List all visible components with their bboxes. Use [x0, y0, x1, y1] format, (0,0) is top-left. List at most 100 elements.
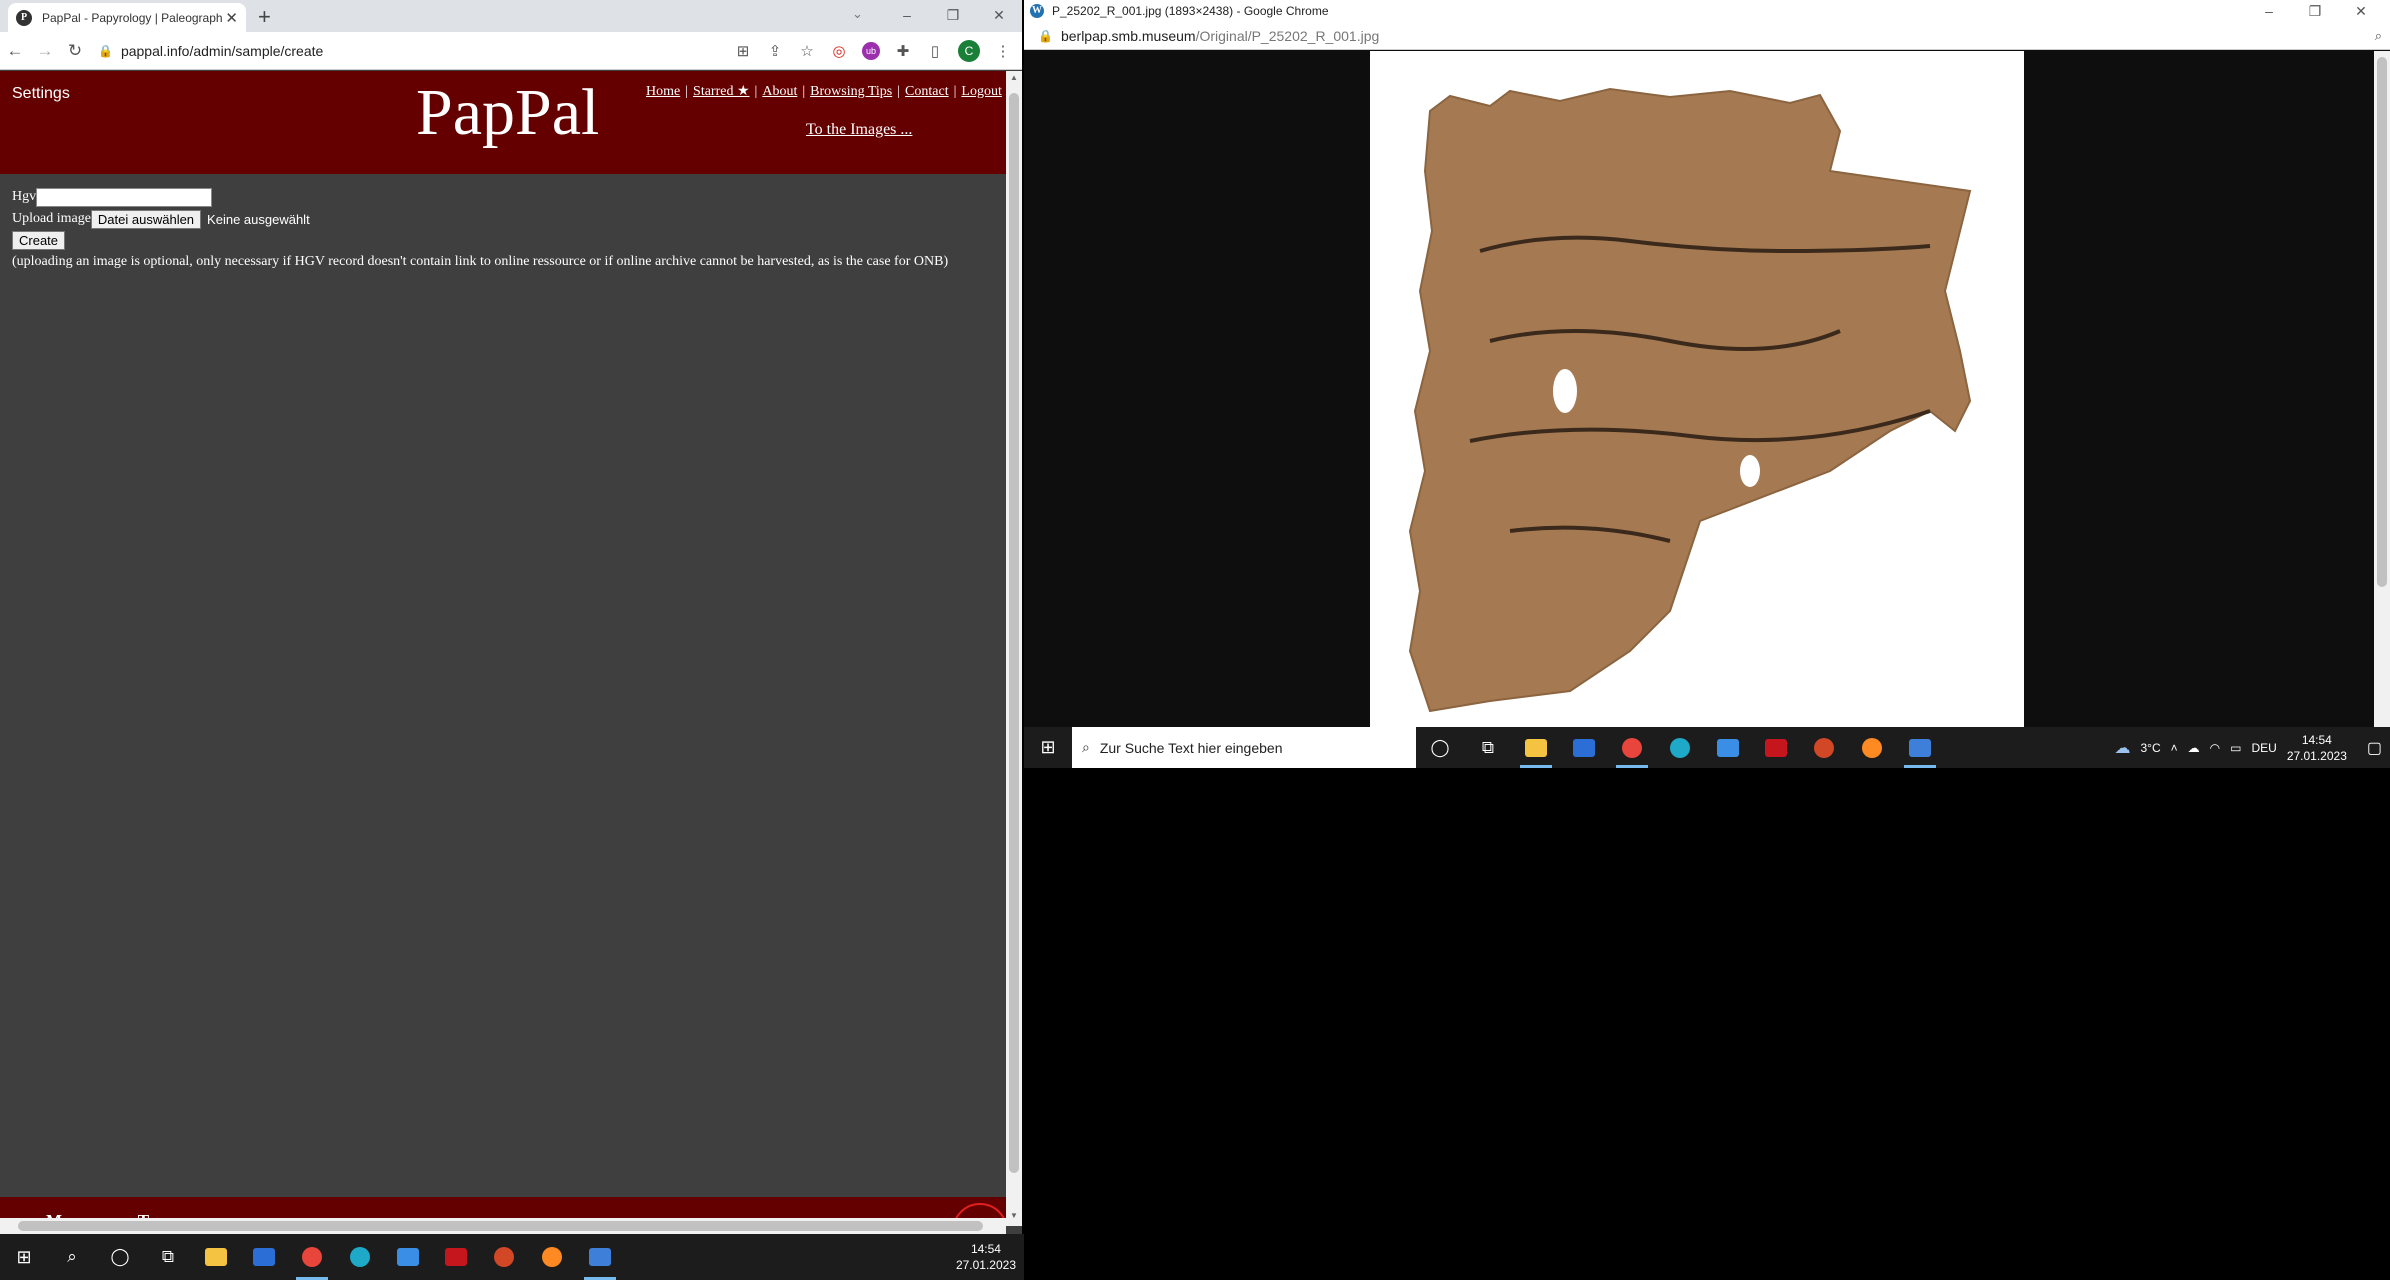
image-address-bar[interactable]: 🔒 berlpap.smb.museum/Original/P_25202_R_… [1024, 22, 2390, 50]
no-file-selected-text: Keine ausgewählt [207, 211, 310, 227]
windows-start-icon[interactable]: ⊞ [0, 1247, 48, 1268]
clock-time: 14:54 [970, 1242, 1001, 1256]
vertical-scroll-thumb[interactable] [1009, 93, 1019, 1173]
acrobat-icon[interactable] [1752, 727, 1800, 768]
chrome-icon[interactable] [288, 1234, 336, 1280]
clock-date: 27.01.2023 [955, 1258, 1016, 1272]
tab-search-chevron-icon[interactable]: ⌄ [852, 6, 863, 22]
task-view-icon[interactable]: ⧉ [144, 1234, 192, 1280]
image-url-path: /Original/P_25202_R_001.jpg [1195, 27, 1380, 44]
nav-home[interactable]: Home [646, 84, 680, 99]
choose-file-button[interactable]: Datei auswählen [90, 209, 202, 229]
extension-red-icon[interactable]: ◎ [830, 42, 848, 60]
powerpoint-icon[interactable] [480, 1234, 528, 1280]
horizontal-scroll-thumb[interactable] [18, 1221, 983, 1231]
extensions-row: ⊞ ⇪ ☆ ◎ ub ✚ ▯ C ⋮ [734, 39, 1022, 62]
hgv-input[interactable] [36, 187, 213, 207]
acrobat-icon[interactable] [432, 1234, 480, 1280]
network-icon[interactable]: ◠ [2210, 741, 2220, 755]
minimize-icon[interactable]: – [2246, 3, 2292, 19]
file-explorer-icon[interactable] [1512, 727, 1560, 768]
image-window-title: P_25202_R_001.jpg (1893×2438) - Google C… [1052, 4, 1329, 18]
windows-start-icon[interactable]: ⊞ [1024, 737, 1072, 758]
taskbar-right: ⊞ ⌕ Zur Suche Text hier eingeben ◯ ⧉ ☁ 3… [1024, 727, 2390, 768]
new-tab-plus-icon[interactable]: + [258, 4, 271, 30]
extension-purple-icon[interactable]: ub [862, 41, 880, 60]
zoom-magnifier-icon[interactable]: ⌕ [2375, 28, 2382, 44]
cortana-icon[interactable]: ◯ [96, 1234, 144, 1280]
nav-logout[interactable]: Logout [961, 84, 1001, 99]
pappal-logo[interactable]: PapPal [416, 75, 599, 151]
translate-icon[interactable]: ⊞ [734, 42, 752, 60]
powerpoint-icon[interactable] [1800, 727, 1848, 768]
profile-avatar[interactable]: C [958, 39, 980, 62]
restore-icon[interactable]: ❐ [2292, 3, 2338, 20]
puzzle-extensions-icon[interactable]: ✚ [894, 42, 912, 60]
address-bar[interactable]: 🔒 pappal.info/admin/sample/create [98, 43, 698, 59]
vertical-scrollbar[interactable]: ▲ ▼ [1006, 71, 1022, 1226]
papyrus-image[interactable] [1370, 51, 2024, 727]
mail-icon[interactable] [1704, 727, 1752, 768]
weather-temperature[interactable]: 3°C [2140, 741, 2160, 755]
system-tray: 14:54 27.01.2023 [956, 1241, 1024, 1273]
kebab-menu-icon[interactable]: ⋮ [994, 42, 1012, 60]
left-browser-window: P PapPal - Papyrology | Paleography ✕ + … [0, 0, 1022, 1234]
lock-icon: 🔒 [1038, 28, 1053, 43]
settings-link[interactable]: Settings [12, 85, 70, 103]
weather-cloud-icon[interactable]: ☁ [2114, 738, 2130, 758]
image-vertical-scrollbar[interactable] [2374, 51, 2390, 727]
restore-icon[interactable]: ❐ [930, 7, 976, 24]
onedrive-icon[interactable]: ☁ [2188, 741, 2200, 755]
taskbar-search-box[interactable]: ⌕ Zur Suche Text hier eingeben [1072, 727, 1416, 768]
chrome-icon[interactable] [1608, 727, 1656, 768]
clock[interactable]: 14:54 27.01.2023 [2287, 732, 2347, 764]
scroll-down-icon[interactable]: ▼ [1006, 1211, 1022, 1220]
language-indicator[interactable]: DEU [2251, 741, 2276, 755]
photos-icon[interactable] [576, 1234, 624, 1280]
mail-icon[interactable] [384, 1234, 432, 1280]
nav-starred[interactable]: Starred ★ [693, 84, 749, 99]
edge-icon[interactable] [336, 1234, 384, 1280]
side-panel-icon[interactable]: ▯ [926, 42, 944, 60]
store-icon[interactable] [240, 1234, 288, 1280]
reload-icon[interactable]: ↻ [60, 41, 90, 61]
task-view-icon[interactable]: ⧉ [1464, 727, 1512, 768]
upload-note: (uploading an image is optional, only ne… [12, 254, 949, 269]
nav-about[interactable]: About [762, 84, 797, 99]
file-explorer-icon[interactable] [192, 1234, 240, 1280]
back-arrow-icon[interactable]: ← [0, 41, 30, 61]
forward-arrow-icon[interactable]: → [30, 41, 60, 61]
bookmark-star-icon[interactable]: ☆ [798, 42, 816, 60]
share-icon[interactable]: ⇪ [766, 42, 784, 60]
firefox-icon[interactable] [1848, 727, 1896, 768]
create-button[interactable]: Create [12, 231, 66, 250]
cortana-icon[interactable]: ◯ [1416, 727, 1464, 768]
tab-close-icon[interactable]: ✕ [225, 9, 238, 27]
scroll-up-icon[interactable]: ▲ [1006, 73, 1022, 82]
tab-strip: P PapPal - Papyrology | Paleography ✕ + … [0, 0, 1022, 32]
lock-icon: 🔒 [98, 43, 113, 58]
upload-row: Upload image Datei auswählen Keine ausge… [12, 209, 948, 229]
horizontal-scrollbar[interactable] [0, 1218, 1006, 1234]
tray-chevron-up-icon[interactable]: ˄ [2171, 741, 2178, 755]
store-icon[interactable] [1560, 727, 1608, 768]
firefox-icon[interactable] [528, 1234, 576, 1280]
close-window-icon[interactable]: ✕ [976, 7, 1022, 24]
minimize-icon[interactable]: – [884, 7, 930, 23]
nav-contact[interactable]: Contact [905, 84, 949, 99]
system-tray: ☁ 3°C ˄ ☁ ◠ ▭ DEU 14:54 27.01.2023 ▢ [2114, 732, 2390, 764]
close-window-icon[interactable]: ✕ [2338, 3, 2384, 20]
photos-icon[interactable] [1896, 727, 1944, 768]
clock-date: 27.01.2023 [2286, 748, 2347, 763]
edge-icon[interactable] [1656, 727, 1704, 768]
clock[interactable]: 14:54 27.01.2023 [956, 1241, 1016, 1273]
search-icon[interactable]: ⌕ [48, 1234, 96, 1280]
nav-separator: | [802, 84, 806, 99]
to-the-images-link[interactable]: To the Images ... [806, 121, 912, 139]
create-row: Create [12, 229, 948, 250]
nav-browsing-tips[interactable]: Browsing Tips [810, 84, 892, 99]
image-vertical-scroll-thumb[interactable] [2377, 57, 2387, 587]
tab-pappal[interactable]: P PapPal - Papyrology | Paleography ✕ [8, 3, 246, 32]
battery-icon[interactable]: ▭ [2230, 741, 2241, 755]
notification-icon[interactable]: ▢ [2367, 738, 2382, 758]
